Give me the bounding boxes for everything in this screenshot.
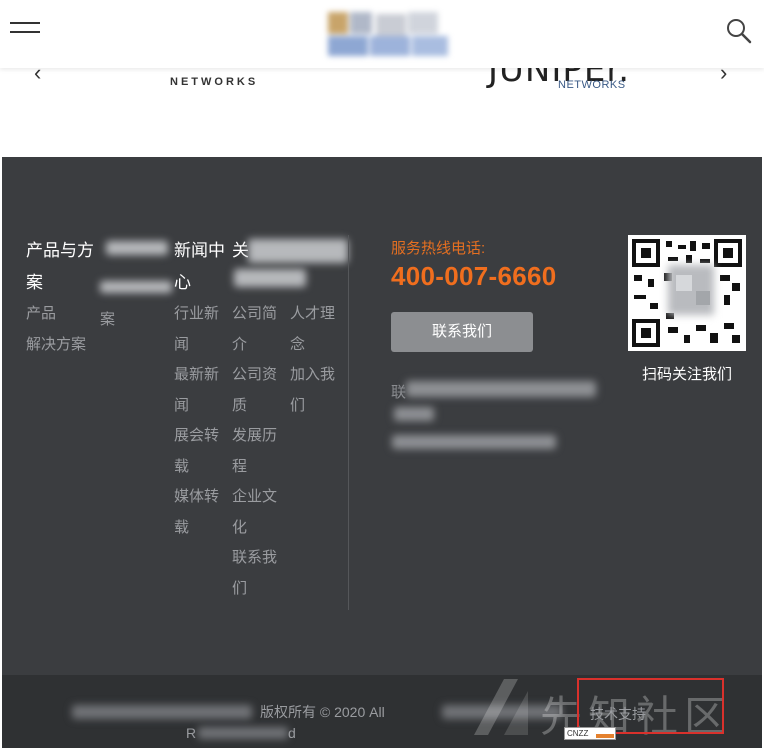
top-header [0,0,764,68]
copyright-text: 版权所有 © 2020 All [260,704,385,720]
footer-col-heading: 心 [174,273,191,292]
cnzz-badge-text: CNZZ [567,729,589,738]
juniper-logo-subtitle: NETWORKS [558,79,626,91]
blurred-company-name [72,705,252,719]
address-prefix: 联 [391,384,407,401]
site-logo[interactable] [328,10,448,60]
footer-col-careers: 人才理 念 加入我 们 [290,299,335,421]
footer-col-heading: 案 [26,273,43,292]
footer-link-latest-news[interactable]: 最新新 [174,360,225,391]
blurred-text [248,239,348,263]
xianzhi-logo-icon [474,679,528,735]
footer-link-talent[interactable]: 念 [290,330,335,361]
blurred-text [234,269,306,287]
blurred-text [106,241,168,255]
footer-link-contact[interactable]: 联系我 [232,543,277,574]
blurred-address [394,407,434,421]
footer-link-exhibition[interactable]: 展会转 [174,421,225,452]
footer-link-history[interactable]: 发展历 [232,421,277,452]
footer-link-company-intro[interactable]: 公司简 [232,299,277,330]
blurred-reserved [198,727,288,739]
site-footer: 产品与方 案 产品 解决方案 案 新闻中 心 行业新 闻 最新新 闻 展会转 载… [2,157,762,675]
footer-link-qualifications[interactable]: 质 [232,391,277,422]
cnzz-badge[interactable]: CNZZ [564,727,616,740]
footer-link-join-us[interactable]: 加入我 [290,360,335,391]
footer-link-talent[interactable]: 人才理 [290,299,335,330]
carousel-next-arrow[interactable]: › [720,68,727,86]
footer-col-heading: 产品与方 [26,241,94,260]
footer-link-join-us[interactable]: 们 [290,391,335,422]
wechat-qr-code [628,235,746,351]
copyright-text-line2-start: R [186,725,197,741]
footer-col-products: 产品与方 案 产品 解决方案 [26,235,94,360]
blurred-text [100,281,172,293]
search-icon[interactable] [724,16,754,46]
footer-link-industry-news[interactable]: 闻 [174,330,225,361]
hotline-label: 服务热线电话: [391,240,486,257]
footer-divider [348,235,349,610]
footer-link-media[interactable]: 载 [174,513,225,544]
hotline-number[interactable]: 400-007-6660 [391,261,557,292]
footer-link-company-intro[interactable]: 介 [232,330,277,361]
blurred-address [406,381,596,397]
contact-us-button[interactable]: 联系我们 [391,312,533,352]
footer-link-culture[interactable]: 企业文 [232,482,277,513]
footer-link-contact[interactable]: 们 [232,574,277,605]
aruba-logo-subtitle: NETWORKS [170,76,259,88]
qr-caption: 扫码关注我们 [642,366,733,383]
hamburger-icon[interactable] [10,22,40,42]
footer-link-latest-news[interactable]: 闻 [174,391,225,422]
blurred-phone [392,435,556,449]
footer-col-news: 新闻中 心 行业新 闻 最新新 闻 展会转 载 媒体转 载 [174,235,225,543]
footer-link-solutions[interactable]: 解决方案 [26,330,94,361]
partner-carousel: ‹ NETWORKS JUNIPEr. NETWORKS › [0,68,764,158]
footer-link-media[interactable]: 媒体转 [174,482,225,513]
footer-link-history[interactable]: 程 [232,452,277,483]
highlight-box [577,678,724,734]
copyright-bar: 版权所有 © 2020 All R d 先知社区 技术支持 CNZZ [2,675,762,748]
copyright-text-line2-end: d [288,725,296,741]
footer-link-qualifications[interactable]: 公司资 [232,360,277,391]
footer-link-cases[interactable]: 案 [100,305,115,336]
footer-link-exhibition[interactable]: 载 [174,452,225,483]
footer-link-products[interactable]: 产品 [26,299,94,330]
carousel-prev-arrow[interactable]: ‹ [34,68,41,86]
footer-link-industry-news[interactable]: 行业新 [174,299,225,330]
footer-col-about: 关 . 公司简 介 公司资 质 发展历 程 企业文 化 联系我 们 [232,235,277,604]
footer-col-heading: 新闻中 [174,241,225,260]
footer-link-culture[interactable]: 化 [232,513,277,544]
